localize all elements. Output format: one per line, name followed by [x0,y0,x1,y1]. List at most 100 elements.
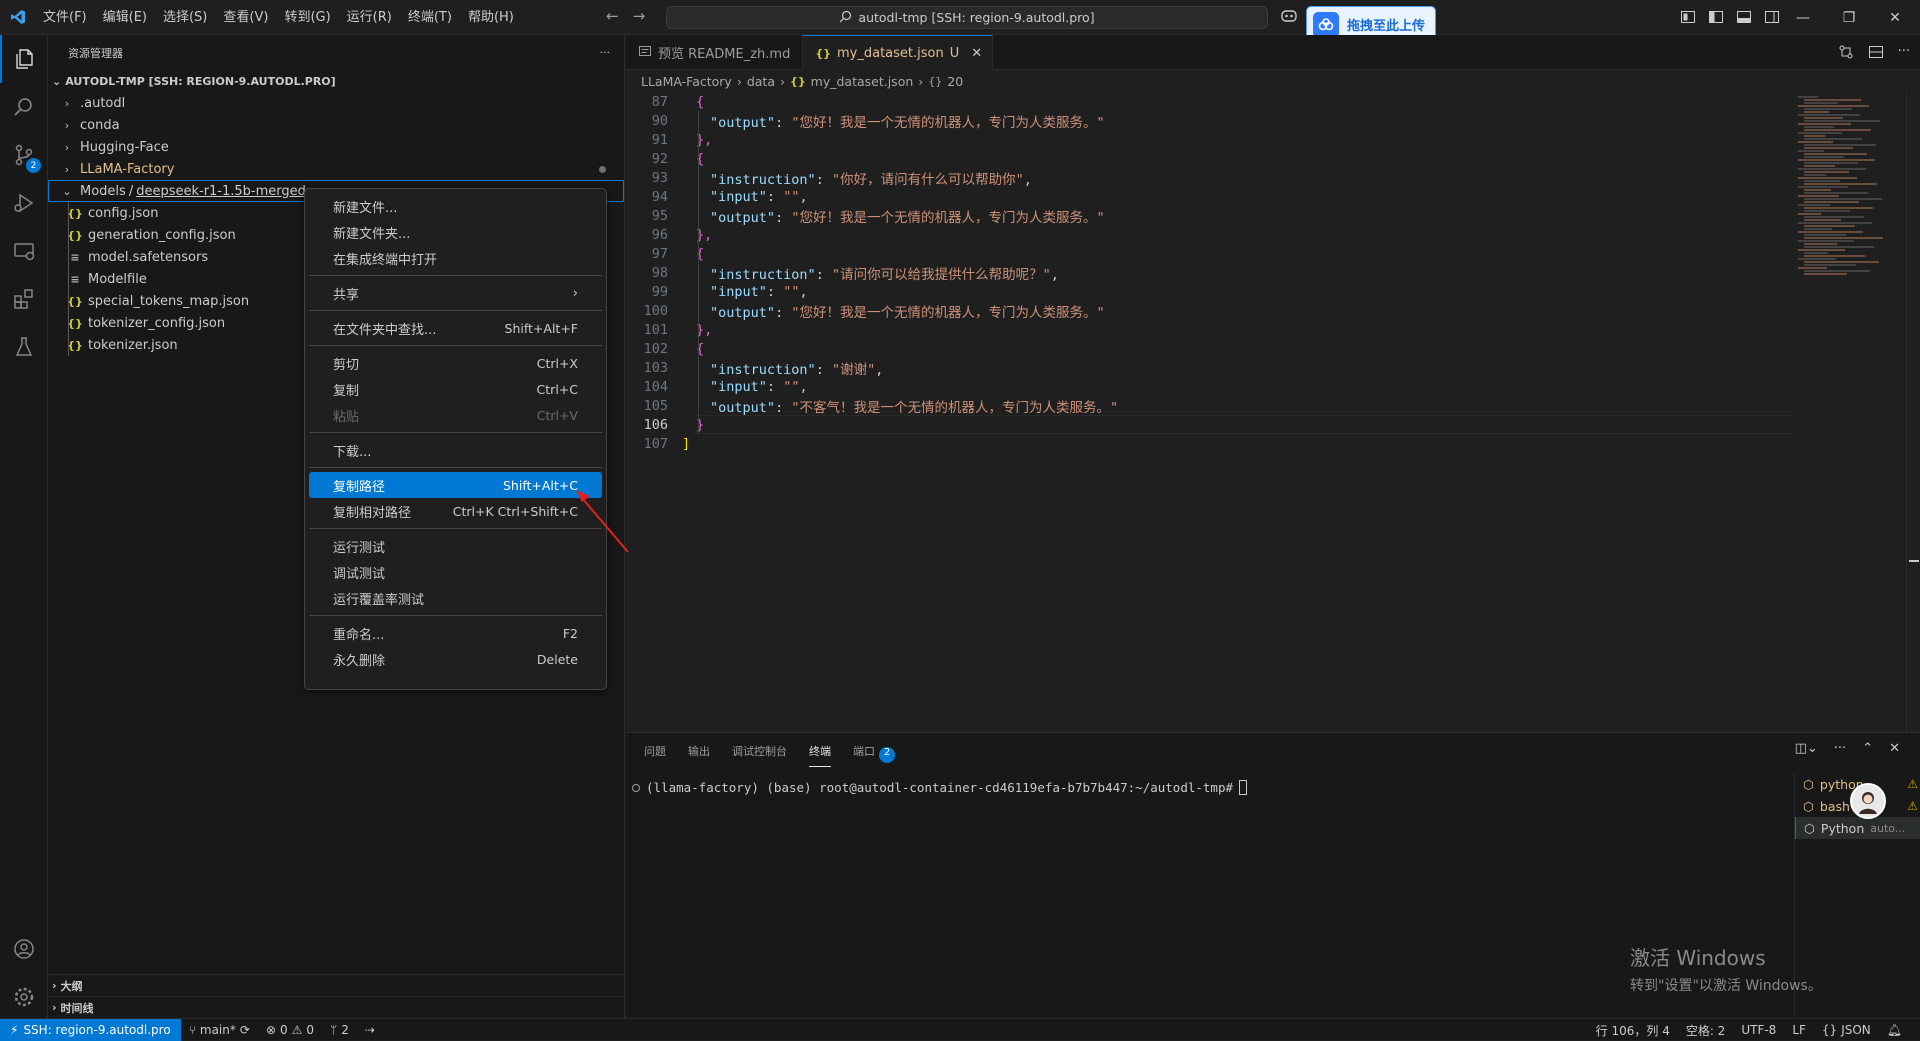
menu-share[interactable]: 共享 › [309,280,602,306]
menu-view[interactable]: 查看(V) [215,0,276,35]
menu-open-in-terminal[interactable]: 在集成终端中打开 [309,245,602,271]
customize-layout-icon[interactable] [1680,9,1696,29]
timeline-section[interactable]: › 时间线 [48,996,625,1018]
toggle-panel-icon[interactable] [1736,9,1752,29]
code-token: " [710,361,719,378]
more-actions-icon[interactable]: ··· [1898,44,1910,64]
minimap[interactable] [1796,92,1906,732]
menu-label: 运行覆盖率测试 [333,592,425,608]
code-token: " [710,399,719,416]
breadcrumb-item[interactable]: 20 [947,74,963,89]
menu-find-in-folder[interactable]: 在文件夹中查找... Shift+Alt+F [309,315,602,341]
avatar[interactable] [1850,783,1886,819]
search-view-icon[interactable] [0,83,48,131]
tree-folder[interactable]: › .autodl [48,92,624,114]
open-changes-icon[interactable] [1838,44,1854,64]
tab-my-dataset[interactable]: {} my_dataset.json U ✕ [803,35,994,70]
menu-shortcut: Shift+Alt+F [504,320,578,336]
menu-cut[interactable]: 剪切 Ctrl+X [309,350,602,376]
line-number: 97 [651,245,668,262]
menu-copy-relative-path[interactable]: 复制相对路径 Ctrl+K Ctrl+Shift+C [309,498,602,524]
breadcrumb-item[interactable]: LLaMA-Factory [641,74,732,89]
menu-copy[interactable]: 复制 Ctrl+C [309,376,602,402]
indentation[interactable]: 空格: 2 [1678,1022,1734,1039]
tree-folder[interactable]: › Hugging-Face [48,136,624,158]
tree-folder[interactable]: › LLaMA-Factory [48,158,624,180]
menu-file[interactable]: 文件(F) [35,0,95,35]
menu-run-tests[interactable]: 运行测试 [309,533,602,559]
branch-indicator[interactable]: ⑂ main* ⟳ [181,1023,258,1037]
menu-delete[interactable]: 永久删除 Delete [309,646,602,672]
menu-terminal[interactable]: 终端(T) [400,0,460,35]
breadcrumb-item[interactable]: my_dataset.json [811,74,914,89]
minimap-line [1798,105,1869,107]
minimap-line [1804,189,1831,191]
live-share-indicator[interactable]: ⇢ [357,1023,383,1037]
encoding[interactable]: UTF-8 [1733,1023,1784,1037]
tab-terminal[interactable]: 终端 [809,743,831,767]
menu-new-folder[interactable]: 新建文件夹... [309,219,602,245]
split-terminal-icon[interactable]: ◫⌄ [1795,741,1818,756]
tab-readme-preview[interactable]: 预览 README_zh.md [626,35,804,70]
eol[interactable]: LF [1784,1023,1814,1037]
notifications-bell-icon[interactable]: 🔔︎ [1879,1023,1910,1037]
close-window-icon[interactable]: ✕ [1872,0,1918,35]
ports-indicator[interactable]: ᛘ 2 [322,1023,357,1037]
run-debug-icon[interactable] [0,179,48,227]
copilot-icon[interactable] [1280,8,1298,28]
menu-new-file[interactable]: 新建文件... [309,193,602,219]
remote-explorer-icon[interactable] [0,227,48,275]
minimap-line [1804,147,1853,149]
menu-selection[interactable]: 选择(S) [155,0,215,35]
terminal-item-active[interactable]: ⬡ Python auto... [1795,817,1920,839]
menu-copy-path[interactable]: 复制路径 Shift+Alt+C [309,472,602,498]
tab-debug-console[interactable]: 调试控制台 [732,743,787,767]
toggle-sidebar-icon[interactable] [1708,9,1724,29]
line-number: 96 [651,226,668,243]
remote-indicator[interactable]: ⚡ SSH: region-9.autodl.pro [0,1018,181,1041]
problems-indicator[interactable]: ⊗ 0 ⚠ 0 [258,1023,322,1037]
tree-folder[interactable]: › conda [48,114,624,136]
menu-go[interactable]: 转到(G) [276,0,338,35]
explorer-icon[interactable] [0,35,48,83]
toggle-secondary-sidebar-icon[interactable] [1764,9,1780,29]
code-editor[interactable]: 87{90 "output": "您好！我是一个无情的机器人，专门为人类服务。" 9… [626,92,1796,732]
testing-icon[interactable] [0,323,48,371]
source-control-icon[interactable]: 2 [0,131,48,179]
menu-debug-tests[interactable]: 调试测试 [309,559,602,585]
more-actions-icon[interactable]: ··· [600,46,611,59]
menu-run[interactable]: 运行(R) [339,0,400,35]
close-panel-icon[interactable]: ✕ [1889,741,1900,756]
code-line: 105 "output": "不客气！我是一个无情的机器人，专门为人类服务。" [626,396,1796,416]
extensions-icon[interactable] [0,275,48,323]
tab-ports[interactable]: 端口 2 [853,743,895,767]
menu-download[interactable]: 下载... [309,437,602,463]
breadcrumb-item[interactable]: data [747,74,775,89]
tab-problems[interactable]: 问题 [644,743,666,767]
json-icon: {} [789,74,806,88]
forward-arrow-icon[interactable]: → [633,7,646,25]
menu-run-coverage[interactable]: 运行覆盖率测试 [309,585,602,611]
close-tab-icon[interactable]: ✕ [971,46,982,61]
outline-section[interactable]: › 大纲 [48,974,625,996]
minimize-icon[interactable]: — [1780,0,1826,35]
cursor-position[interactable]: 行 106，列 4 [1588,1022,1678,1039]
code-line: 95 "output": "您好！我是一个无情的机器人，专门为人类服务。" [626,206,1796,226]
terminal-output[interactable]: (llama-factory) (base) root@autodl-conta… [632,780,1247,795]
more-actions-icon[interactable]: ··· [1834,741,1846,756]
back-arrow-icon[interactable]: ← [606,7,619,25]
maximize-panel-icon[interactable]: ⌃ [1862,741,1873,756]
accounts-icon[interactable] [0,925,48,973]
settings-gear-icon[interactable] [0,973,48,1021]
menu-rename[interactable]: 重命名... F2 [309,620,602,646]
tab-output[interactable]: 输出 [688,743,710,767]
workspace-root[interactable]: ⌄ AUTODL-TMP [SSH: REGION-9.AUTODL.PRO] [48,70,624,92]
minimap-line [1804,126,1834,128]
menu-edit[interactable]: 编辑(E) [95,0,155,35]
menu-help[interactable]: 帮助(H) [460,0,522,35]
restore-icon[interactable]: ❐ [1826,0,1872,35]
split-editor-icon[interactable] [1868,44,1884,64]
editor-scrollbar[interactable] [1906,92,1920,732]
command-center[interactable]: autodl-tmp [SSH: region-9.autodl.pro] [666,6,1268,29]
language-mode[interactable]: {} JSON [1814,1023,1879,1037]
